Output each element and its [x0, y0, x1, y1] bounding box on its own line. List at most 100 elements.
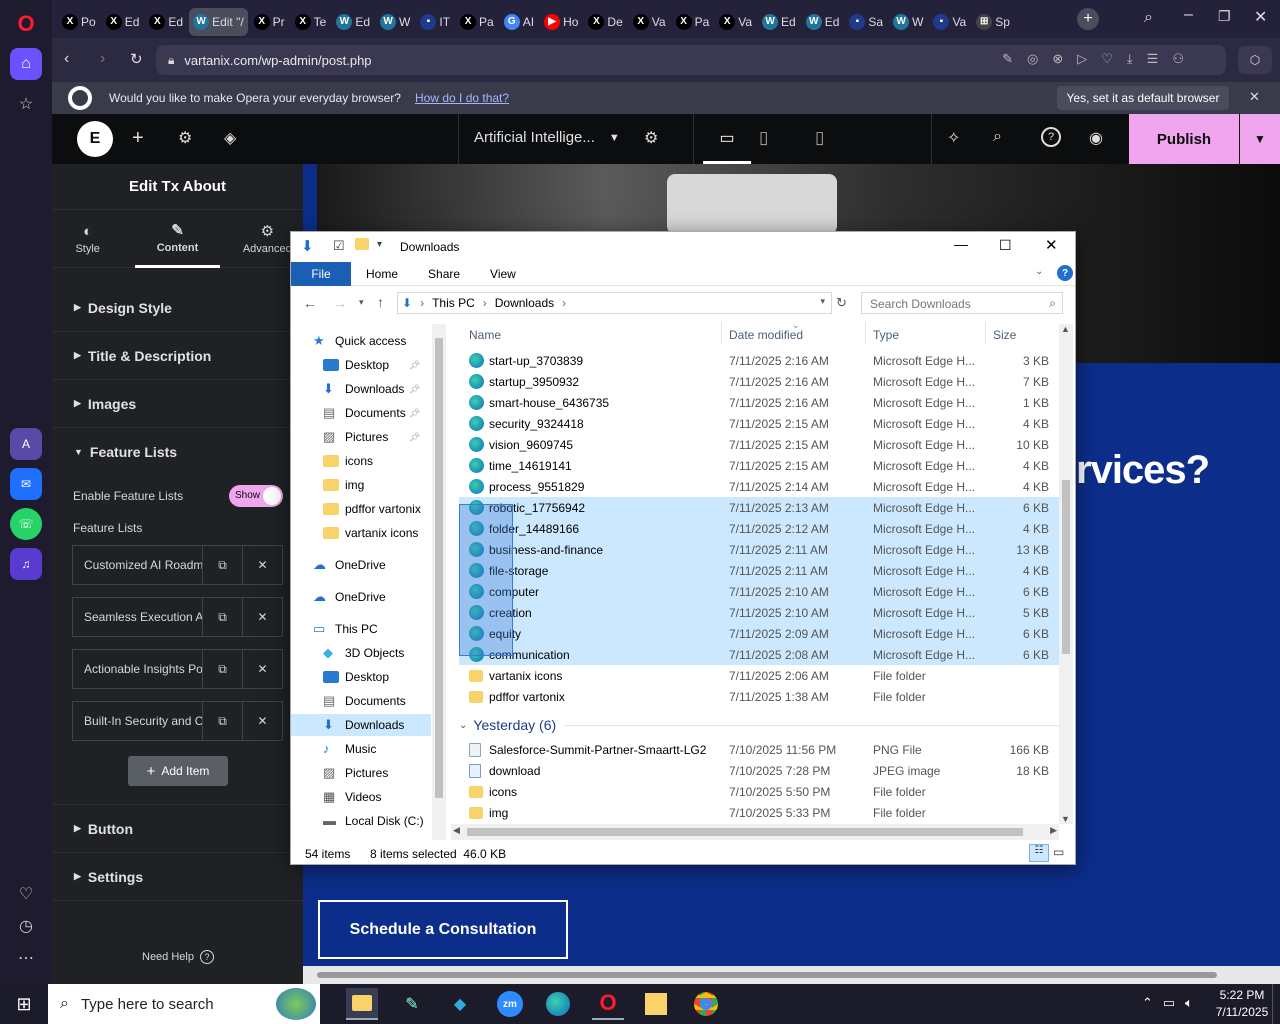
nav-item-local-disk-c-[interactable]: ▬ Local Disk (C:)	[323, 810, 424, 832]
section-images[interactable]: ▶ Images	[52, 380, 303, 428]
site-settings-icon[interactable]: ⚙︎	[178, 128, 192, 148]
ribbon-tab-view[interactable]: View	[475, 262, 531, 286]
page-settings-icon[interactable]: ⚙	[644, 128, 658, 148]
tab-19[interactable]: WW	[889, 8, 927, 36]
sticky-notes-taskbar-icon[interactable]	[640, 988, 672, 1020]
star-icon[interactable]: ☆	[10, 88, 42, 120]
new-folder-icon[interactable]	[355, 238, 369, 250]
forward-icon[interactable]: ›	[100, 50, 105, 68]
maximize-icon[interactable]: ☐	[999, 237, 1012, 254]
reload-icon[interactable]: ↻	[130, 50, 143, 68]
history-icon[interactable]: ◷	[10, 910, 42, 942]
tab-9[interactable]: X Pa	[456, 8, 498, 36]
remove-icon[interactable]: ✕	[242, 598, 282, 636]
restore-icon[interactable]: ❐	[1218, 8, 1231, 25]
help-icon[interactable]: ?	[1057, 265, 1073, 281]
nav-item-pdffor-vartonix[interactable]: pdffor vartonix	[323, 498, 421, 520]
windows-start-icon[interactable]: ⊞	[8, 988, 40, 1020]
tab-16[interactable]: W Ed	[758, 8, 800, 36]
files-vscroll-thumb[interactable]	[1062, 480, 1070, 654]
file-row[interactable]: time_14619141 7/11/2025 2:15 AM Microsoft …	[459, 455, 1059, 476]
qat-dropdown-icon[interactable]: ▾	[377, 239, 382, 250]
nav-item-desktop[interactable]: Desktop	[323, 666, 389, 688]
messenger-icon[interactable]: ✉	[10, 468, 42, 500]
tab-17[interactable]: W Ed	[802, 8, 844, 36]
file-row[interactable]: startup_3950932 7/11/2025 2:16 AM Microsof…	[459, 371, 1059, 392]
crumb-this-pc[interactable]: This PC	[432, 296, 475, 310]
section-button[interactable]: ▶ Button	[52, 805, 303, 853]
tab-1[interactable]: X Ed	[102, 8, 144, 36]
file-row[interactable]: communication 7/11/2025 2:08 AM Microsoft …	[459, 644, 1059, 665]
music-player-icon[interactable]: ♫	[10, 548, 42, 580]
add-element-icon[interactable]: +	[132, 127, 144, 150]
nav-item-this-pc[interactable]: ▭ This PC	[313, 618, 378, 640]
section-design-style[interactable]: ▶ Design Style	[52, 284, 303, 332]
extensions-icon[interactable]: ⬡	[1238, 46, 1272, 74]
forward-arrow-icon[interactable]: →	[333, 295, 347, 311]
tab-0[interactable]: X Po	[58, 8, 100, 36]
canvas-scrollbar[interactable]	[303, 966, 1280, 984]
page-selector[interactable]: Artificial Intellige... ▼	[474, 129, 620, 146]
elementor-logo-icon[interactable]: E	[77, 121, 113, 157]
tab-11[interactable]: ▶ Ho	[540, 8, 582, 36]
schedule-consultation-button[interactable]: Schedule a Consultation	[318, 900, 568, 959]
file-row[interactable]: file-storage 7/11/2025 2:11 AM Microsoft E…	[459, 560, 1059, 581]
feature-item[interactable]: Customized AI Roadm ⧉ ✕	[72, 545, 283, 585]
crumb-downloads[interactable]: Downloads	[495, 296, 554, 310]
duplicate-icon[interactable]: ⧉	[202, 702, 242, 740]
address-dropdown-icon[interactable]: ▾	[820, 296, 825, 307]
set-default-button[interactable]: Yes, set it as default browser	[1057, 86, 1229, 110]
mobile-view-icon[interactable]: ▯	[815, 128, 824, 148]
more-icon[interactable]: ⋯	[10, 942, 42, 974]
file-row[interactable]: pdffor vartonix 7/11/2025 1:38 AM File fol…	[459, 686, 1059, 707]
tab-6[interactable]: W Ed	[332, 8, 374, 36]
nav-item-documents[interactable]: ▤ Documents	[323, 690, 406, 712]
tab-21[interactable]: ⊞ Sp	[972, 8, 1014, 36]
tab-18[interactable]: ▪ Sa	[845, 8, 887, 36]
desktop-view-icon[interactable]: ▭	[703, 114, 751, 164]
chrome-taskbar-icon[interactable]	[690, 988, 722, 1020]
group-header-yesterday[interactable]: ⌄ Yesterday (6)	[459, 714, 1059, 736]
publish-options-icon[interactable]: ▼	[1240, 114, 1280, 164]
file-row[interactable]: icons 7/10/2025 5:50 PM File folder	[459, 781, 1059, 802]
section-feature-lists[interactable]: ▼ Feature Lists	[52, 428, 303, 476]
tab-20[interactable]: ▪ Va	[929, 8, 970, 36]
tab-14[interactable]: X Pa	[672, 8, 714, 36]
download-arrow-icon[interactable]: ⬇	[301, 237, 314, 255]
tab-7[interactable]: WW	[376, 8, 414, 36]
file-row[interactable]: business-and-finance 7/11/2025 2:11 AM Mic…	[459, 539, 1059, 560]
nav-item-quick-access[interactable]: ★ Quick access	[313, 330, 406, 352]
tab-13[interactable]: X Va	[629, 8, 670, 36]
file-row[interactable]: vision_9609745 7/11/2025 2:15 AM Microsoft…	[459, 434, 1059, 455]
scroll-thumb[interactable]	[317, 972, 1217, 978]
large-icons-view-icon[interactable]: ▭	[1053, 845, 1064, 859]
details-view-icon[interactable]: ☷	[1029, 844, 1049, 862]
clock[interactable]: 5:22 PM 7/11/2025	[1214, 987, 1270, 1021]
file-row[interactable]: download 7/10/2025 7:28 PM JPEG image 18 KB	[459, 760, 1059, 781]
close-icon[interactable]: ✕	[1045, 236, 1058, 254]
expand-ribbon-icon[interactable]: ⌄	[1035, 266, 1043, 277]
files-hscrollbar[interactable]: ◀ ▶	[451, 824, 1059, 840]
file-row[interactable]: img 7/10/2025 5:33 PM File folder	[459, 802, 1059, 823]
system-tray-icons[interactable]: ⌃▭🔈︎	[1142, 995, 1203, 1011]
nav-scrollbar[interactable]	[432, 324, 446, 840]
recent-locations-icon[interactable]: ▾	[359, 297, 364, 308]
nav-item-icons[interactable]: icons	[323, 450, 373, 472]
tab-3[interactable]: W Edit "/	[189, 7, 248, 36]
edge-taskbar-icon[interactable]	[542, 988, 574, 1020]
tab-2[interactable]: X Ed	[145, 8, 187, 36]
feature-item[interactable]: Seamless Execution A ⧉ ✕	[72, 597, 283, 637]
ribbon-tab-home[interactable]: Home	[351, 262, 413, 286]
opera-logo-icon[interactable]: O	[10, 8, 42, 40]
new-tab-icon[interactable]: +	[1077, 8, 1099, 30]
tab-4[interactable]: X Pr	[250, 8, 289, 36]
structure-icon[interactable]: ◈	[224, 128, 236, 148]
tab-10[interactable]: G AI	[500, 8, 538, 36]
app-taskbar-icon[interactable]: ◆	[444, 988, 476, 1020]
remove-icon[interactable]: ✕	[242, 650, 282, 688]
file-row[interactable]: computer 7/11/2025 2:10 AM Microsoft Edge …	[459, 581, 1059, 602]
nav-item-downloads[interactable]: ⬇ Downloads 📌︎	[323, 378, 420, 400]
duplicate-icon[interactable]: ⧉	[202, 650, 242, 688]
search-downloads-input[interactable]: Search Downloads ⌕	[861, 292, 1063, 314]
url-field[interactable]: 🔒︎ vartanix.com/wp-admin/post.php ✎◎⊗▷♡⤓…	[156, 45, 1226, 75]
